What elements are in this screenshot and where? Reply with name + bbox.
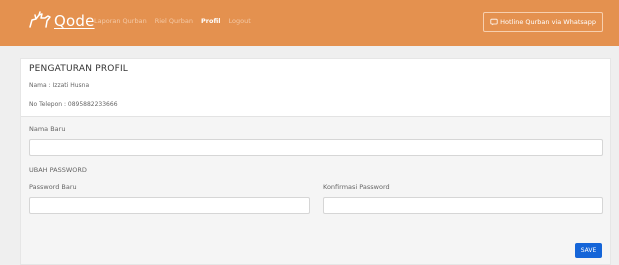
profile-phone-info: No Telepon : 0895882233666 bbox=[29, 101, 118, 108]
save-button[interactable]: SAVE bbox=[575, 243, 602, 258]
new-password-input[interactable] bbox=[29, 197, 310, 214]
brand-logo[interactable]: Qode bbox=[28, 10, 95, 32]
profile-name-info: Nama : Izzati Husna bbox=[29, 82, 90, 89]
nav-logout[interactable]: Logout bbox=[229, 17, 251, 25]
nav-links: Laporan Qurban Riel Qurban Profil Logout bbox=[94, 17, 251, 25]
new-name-label: Nama Baru bbox=[29, 125, 66, 133]
goat-logo-icon bbox=[29, 11, 51, 28]
nav-riel-qurban[interactable]: Riel Qurban bbox=[155, 17, 193, 25]
top-navbar: Qode Laporan Qurban Riel Qurban Profil L… bbox=[0, 0, 619, 46]
page-title: PENGATURAN PROFIL bbox=[29, 64, 129, 74]
profile-card: PENGATURAN PROFIL Nama : Izzati Husna No… bbox=[20, 58, 611, 265]
change-password-heading: UBAH PASSWORD bbox=[29, 166, 87, 174]
confirm-password-label: Konfirmasi Password bbox=[323, 183, 390, 191]
logo-text: Qode bbox=[54, 12, 95, 30]
profile-info-section: PENGATURAN PROFIL Nama : Izzati Husna No… bbox=[21, 59, 610, 117]
new-password-label: Password Baru bbox=[29, 183, 77, 191]
hotline-label: Hotline Qurban via Whatsapp bbox=[500, 18, 596, 26]
nav-laporan-qurban[interactable]: Laporan Qurban bbox=[94, 17, 147, 25]
new-name-input[interactable] bbox=[29, 139, 603, 156]
confirm-password-input[interactable] bbox=[323, 197, 603, 214]
whatsapp-icon bbox=[490, 18, 498, 26]
nav-profil[interactable]: Profil bbox=[201, 17, 220, 25]
hotline-whatsapp-button[interactable]: Hotline Qurban via Whatsapp bbox=[483, 12, 603, 32]
